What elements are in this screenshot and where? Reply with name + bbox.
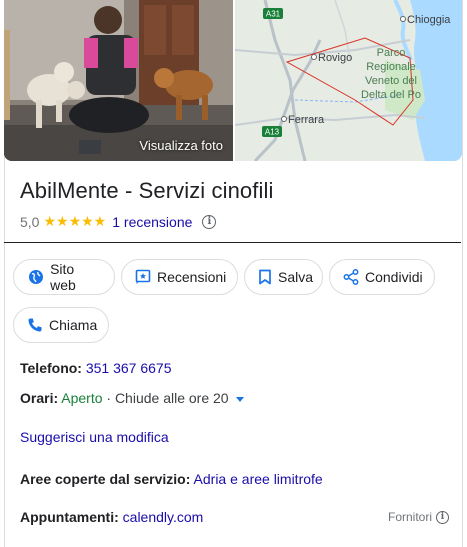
hours-label: Orari: — [20, 390, 59, 406]
caret-down-icon[interactable] — [236, 396, 245, 402]
park-label-2: Regionale — [366, 61, 416, 73]
info-icon[interactable]: i — [202, 214, 217, 229]
hours-detail[interactable]: · Chiude alle ore 20 — [106, 390, 228, 406]
city-chioggia-label: Chioggia — [407, 14, 451, 26]
road-a13-label: A13 — [265, 128, 280, 137]
suppliers-note[interactable]: Fornitori i — [388, 510, 449, 524]
appointments-row: Appuntamenti: calendly.com — [20, 509, 203, 525]
photo-image — [4, 0, 233, 161]
map-image: A31 A13 Chioggia Rovigo Ferrara Parco Re… — [235, 0, 462, 161]
suggest-edit-row: Suggerisci una modifica — [20, 429, 169, 445]
service-area-label: Aree coperte dal servizio: — [20, 471, 191, 487]
star-rating-icon: ★★★★★ — [43, 213, 107, 229]
park-label-3: Veneto del — [365, 75, 417, 87]
business-photo[interactable]: Visualizza foto — [4, 0, 233, 161]
suppliers-label: Fornitori — [387, 510, 432, 524]
globe-icon — [27, 268, 44, 286]
save-button-label: Salva — [278, 269, 314, 285]
share-icon — [343, 268, 359, 286]
phone-label: Telefono: — [20, 360, 82, 376]
phone-number-link[interactable]: 351 367 6675 — [86, 360, 172, 376]
bookmark-icon — [258, 268, 272, 286]
phone-row: Telefono: 351 367 6675 — [20, 360, 172, 376]
reviews-link[interactable]: 1 recensione — [112, 214, 192, 230]
reviews-button[interactable]: Recensioni — [121, 259, 238, 295]
website-button[interactable]: Sito web — [13, 259, 115, 295]
reviews-button-label: Recensioni — [157, 269, 227, 285]
road-a31-label: A31 — [266, 10, 281, 19]
info-icon[interactable]: i — [436, 510, 449, 524]
hours-row: Orari: Aperto · Chiude alle ore 20 — [20, 390, 245, 406]
suggest-edit-link[interactable]: Suggerisci una modifica — [20, 429, 169, 445]
call-button[interactable]: Chiama — [13, 307, 109, 343]
share-button-label: Condividi — [365, 269, 423, 285]
save-button[interactable]: Salva — [244, 259, 323, 295]
business-name: AbilMente - Servizi cinofili — [20, 178, 274, 203]
appointments-link[interactable]: calendly.com — [123, 509, 204, 525]
call-button-label: Chiama — [49, 317, 98, 333]
website-button-label: Sito web — [50, 261, 76, 293]
phone-icon — [27, 316, 43, 334]
service-area-link[interactable]: Adria e aree limitrofe — [194, 471, 323, 487]
service-area-row: Aree coperte dal servizio: Adria e aree … — [20, 471, 323, 487]
park-label-4: Delta del Po — [361, 89, 421, 101]
share-button[interactable]: Condividi — [329, 259, 435, 295]
appointments-label: Appuntamenti: — [20, 509, 119, 525]
view-photos-label[interactable]: Visualizza foto — [139, 138, 223, 153]
rating-row: 5,0 ★★★★★ 1 recensione i — [20, 213, 217, 230]
city-rovigo-label: Rovigo — [318, 52, 352, 64]
rating-value: 5,0 — [20, 213, 40, 230]
divider — [4, 242, 461, 243]
city-ferrara-label: Ferrara — [288, 114, 325, 126]
review-icon — [135, 268, 151, 286]
hours-status[interactable]: Aperto — [61, 390, 102, 406]
park-label-1: Parco — [377, 47, 406, 59]
map-thumbnail[interactable]: A31 A13 Chioggia Rovigo Ferrara Parco Re… — [235, 0, 462, 161]
